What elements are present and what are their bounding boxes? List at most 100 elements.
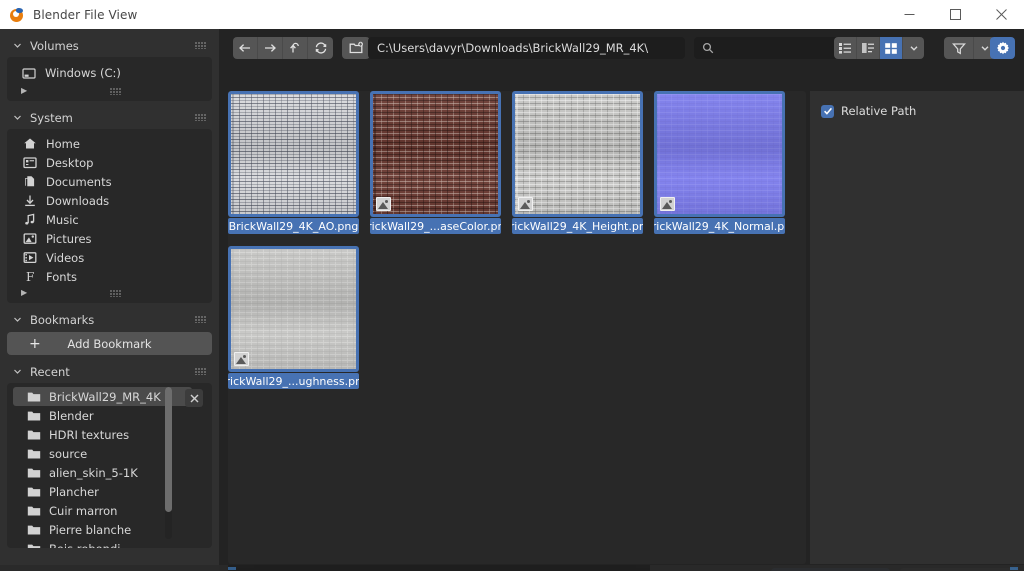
file-tile[interactable]: BrickWall29_4K_Normal.p...: [654, 91, 785, 234]
file-name-label: BrickWall29_...aseColor.png: [370, 218, 501, 234]
file-name-label: BrickWall29_4K_AO.png: [228, 218, 359, 234]
sidebar-panel-system: System Home Desktop Documents Downloads …: [7, 108, 212, 303]
sidebar-item-pictures[interactable]: Pictures: [7, 229, 212, 248]
recent-scrollbar-thumb[interactable]: [165, 387, 172, 512]
sidebar-item-desktop[interactable]: Desktop: [7, 153, 212, 172]
drive-icon: [20, 66, 37, 81]
window-title: Blender File View: [33, 7, 138, 22]
home-icon: [21, 136, 38, 151]
chevron-down-icon: [13, 113, 26, 122]
maximize-button[interactable]: [932, 0, 978, 29]
file-thumbnail[interactable]: [654, 91, 785, 217]
recent-list: BrickWall29_MR_4K Blender HDRI textures sou…: [7, 383, 212, 548]
panel-grip-icon[interactable]: [195, 316, 207, 323]
back-button[interactable]: [233, 37, 258, 59]
new-folder-button[interactable]: [342, 37, 370, 59]
recent-item-label: HDRI textures: [49, 427, 130, 442]
file-tile[interactable]: BrickWall29_...ughness.png: [228, 246, 359, 389]
forward-button[interactable]: [258, 37, 283, 59]
file-name-label: BrickWall29_...ughness.png: [228, 373, 359, 389]
folder-icon: [25, 503, 42, 518]
minimize-button[interactable]: [886, 0, 932, 29]
desktop-icon: [21, 155, 38, 170]
expand-triangle-icon[interactable]: ▶: [21, 87, 27, 95]
file-name-label: BrickWall29_4K_Height.png: [512, 218, 643, 234]
clear-recent-button[interactable]: [185, 389, 203, 407]
bookmarks-header[interactable]: Bookmarks: [7, 310, 212, 329]
plus-icon: +: [29, 335, 41, 352]
sidebar: Volumes Windows (C:) ▶ System Home Deskt…: [0, 29, 219, 571]
parent-directory-button[interactable]: [283, 37, 308, 59]
file-tile[interactable]: BrickWall29_...aseColor.png: [370, 91, 501, 234]
file-thumbnail-area[interactable]: BrickWall29_4K_AO.png BrickWall29_...aseC…: [228, 91, 806, 564]
sidebar-item-label: Videos: [46, 250, 85, 265]
panel-grip-icon[interactable]: [195, 368, 207, 375]
bookmarks-title: Bookmarks: [30, 312, 95, 327]
folder-icon: [25, 522, 42, 537]
sidebar-item-home[interactable]: Home: [7, 134, 212, 153]
recent-header[interactable]: Recent: [7, 362, 212, 381]
funnel-filter-icon[interactable]: [944, 37, 974, 59]
panel-resize-grip-icon[interactable]: [109, 290, 122, 297]
sidebar-item-label: Downloads: [46, 193, 110, 208]
checkmark-icon[interactable]: [821, 104, 834, 118]
sidebar-splitter[interactable]: [219, 29, 228, 571]
sidebar-item-label: Documents: [46, 174, 112, 189]
recent-item-label: Cuir marron: [49, 503, 118, 518]
panel-grip-icon[interactable]: [195, 114, 207, 121]
sidebar-item-downloads[interactable]: Downloads: [7, 191, 212, 210]
path-input[interactable]: C:\Users\davyr\Downloads\BrickWall29_MR_…: [368, 37, 685, 59]
file-thumbnail[interactable]: [228, 246, 359, 372]
refresh-button[interactable]: [308, 37, 333, 59]
file-thumbnail[interactable]: [512, 91, 643, 217]
sidebar-item-label: Music: [46, 212, 79, 227]
folder-icon: [25, 389, 42, 404]
system-header[interactable]: System: [7, 108, 212, 127]
close-button[interactable]: [978, 0, 1024, 29]
recent-item-label: Plancher: [49, 484, 99, 499]
folder-icon: [25, 427, 42, 442]
system-footer: ▶: [7, 286, 212, 300]
sidebar-item-label: Desktop: [46, 155, 94, 170]
detail-view-icon[interactable]: [857, 37, 880, 59]
file-thumbnail[interactable]: [228, 91, 359, 217]
folder-icon: [25, 446, 42, 461]
grid-view-icon[interactable]: [880, 37, 903, 59]
filter-group: [944, 37, 995, 59]
sidebar-item-fonts[interactable]: F Fonts: [7, 267, 212, 286]
recent-item[interactable]: Bois rebondi: [13, 539, 192, 548]
panel-resize-grip-icon[interactable]: [109, 88, 122, 95]
gear-icon[interactable]: [990, 37, 1015, 59]
relative-path-checkbox-row[interactable]: Relative Path: [821, 104, 1024, 118]
view-mode-dropdown[interactable]: [903, 37, 924, 59]
file-tile[interactable]: BrickWall29_4K_AO.png: [228, 91, 359, 234]
add-bookmark-button[interactable]: + Add Bookmark: [7, 332, 212, 355]
sidebar-item-windows-c[interactable]: Windows (C:): [7, 62, 212, 84]
system-title: System: [30, 110, 73, 125]
image-format-badge-icon: [234, 352, 249, 366]
image-format-badge-icon: [376, 197, 391, 211]
volumes-header[interactable]: Volumes: [7, 36, 212, 55]
image-icon: [21, 231, 38, 246]
sidebar-item-label: Fonts: [46, 269, 78, 284]
panel-grip-icon[interactable]: [195, 42, 207, 49]
sidebar-item-music[interactable]: Music: [7, 210, 212, 229]
sidebar-item-videos[interactable]: Videos: [7, 248, 212, 267]
recent-box: BrickWall29_MR_4K Blender HDRI textures sou…: [7, 383, 212, 548]
list-view-icon[interactable]: [834, 37, 857, 59]
volumes-box: Windows (C:) ▶: [7, 57, 212, 101]
window-titlebar: Blender File View: [0, 0, 1024, 29]
path-value: C:\Users\davyr\Downloads\BrickWall29_MR_…: [377, 41, 649, 55]
chevron-down-icon: [13, 367, 26, 376]
sidebar-item-label: Home: [46, 136, 80, 151]
expand-triangle-icon[interactable]: ▶: [21, 289, 27, 297]
recent-item-label: Pierre blanche: [49, 522, 132, 537]
file-thumbnail[interactable]: [370, 91, 501, 217]
file-tile[interactable]: BrickWall29_4K_Height.png: [512, 91, 643, 234]
recent-scrollbar[interactable]: [165, 387, 172, 539]
sidebar-item-documents[interactable]: Documents: [7, 172, 212, 191]
file-grid: BrickWall29_4K_AO.png BrickWall29_...aseC…: [228, 91, 806, 389]
volumes-title: Volumes: [30, 38, 79, 53]
recent-item-label: Bois rebondi: [49, 542, 120, 549]
recent-item-label: Blender: [49, 408, 94, 423]
